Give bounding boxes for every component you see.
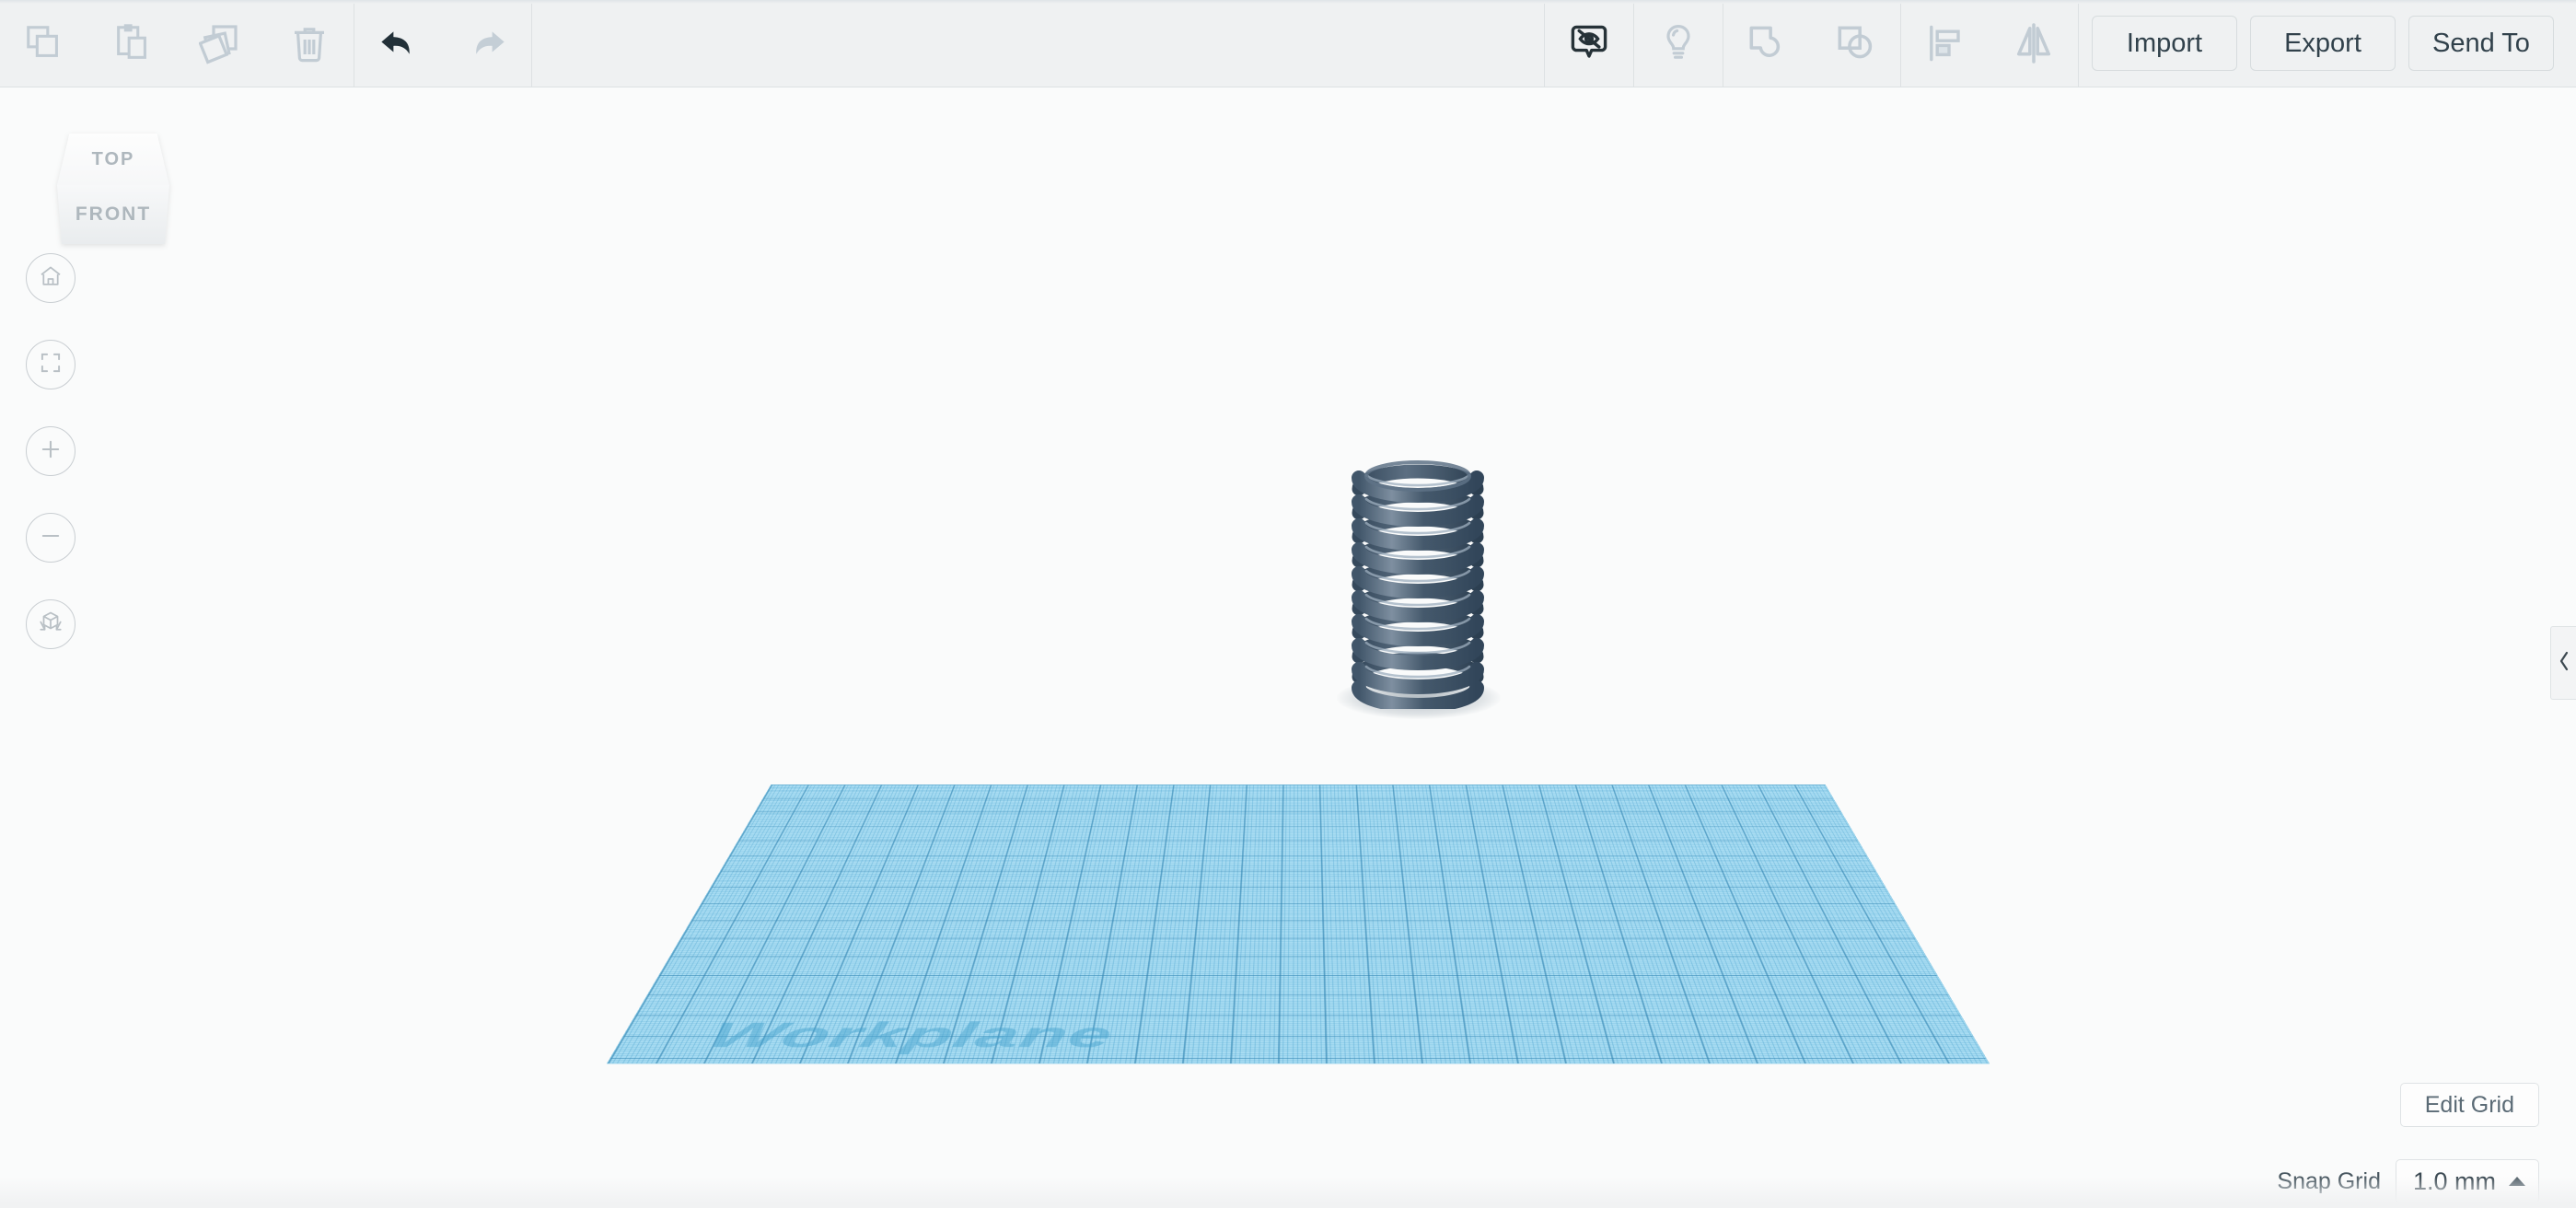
snap-grid-control: Snap Grid 1.0 mm xyxy=(2277,1159,2539,1203)
view-cube-top-face[interactable]: TOP xyxy=(57,134,169,185)
view-cube[interactable]: TOP FRONT xyxy=(57,134,169,244)
plus-icon xyxy=(38,436,64,467)
duplicate-icon[interactable] xyxy=(191,14,250,73)
visibility-tool-group xyxy=(1545,0,1633,87)
export-button[interactable]: Export xyxy=(2250,16,2396,71)
zoom-in-button[interactable] xyxy=(26,426,75,476)
ungroup-button[interactable] xyxy=(1812,0,1900,87)
redo-icon[interactable] xyxy=(458,14,516,73)
snap-grid-select[interactable]: 1.0 mm xyxy=(2395,1159,2539,1203)
edit-grid-button[interactable]: Edit Grid xyxy=(2399,1083,2539,1127)
duplicate-button[interactable] xyxy=(177,0,265,87)
zoom-out-button[interactable] xyxy=(26,513,75,563)
snap-grid-label: Snap Grid xyxy=(2277,1167,2381,1194)
arrange-tool-group xyxy=(1901,0,2078,87)
ungroup-icon[interactable] xyxy=(1827,14,1886,73)
copy-icon[interactable] xyxy=(15,14,74,73)
fit-to-view-icon xyxy=(39,351,63,379)
hint-button[interactable] xyxy=(1634,0,1723,87)
align-icon[interactable] xyxy=(1916,14,1975,73)
chevron-left-icon xyxy=(2557,649,2571,678)
home-view-button[interactable] xyxy=(26,253,75,303)
grouping-tool-group xyxy=(1723,0,1900,87)
hide-icon[interactable] xyxy=(1560,14,1619,73)
snap-grid-value: 1.0 mm xyxy=(2412,1167,2496,1195)
right-panel-toggle[interactable] xyxy=(2550,626,2576,700)
undo-button[interactable] xyxy=(354,0,443,87)
delete-icon[interactable] xyxy=(280,14,339,73)
toolbar-divider xyxy=(531,0,532,87)
hide-button[interactable] xyxy=(1545,0,1633,87)
clipboard-tool-group xyxy=(0,0,354,87)
workplane-label: Workplane xyxy=(700,1015,1116,1055)
group-button[interactable] xyxy=(1723,0,1812,87)
caret-up-icon xyxy=(2509,1177,2525,1186)
mirror-icon[interactable] xyxy=(2004,14,2063,73)
workplane-container: Workplane xyxy=(0,87,2576,1208)
cube-fit-icon xyxy=(37,609,64,641)
minus-icon xyxy=(38,523,64,553)
group-icon[interactable] xyxy=(1738,14,1797,73)
home-icon xyxy=(38,263,64,294)
history-tool-group xyxy=(354,0,531,87)
paste-icon[interactable] xyxy=(103,14,162,73)
delete-button[interactable] xyxy=(265,0,354,87)
top-toolbar: Import Export Send To xyxy=(0,0,2576,87)
view-cube-front-face[interactable]: FRONT xyxy=(57,185,169,244)
view-nav-controls xyxy=(26,253,75,686)
paste-button[interactable] xyxy=(88,0,177,87)
workplane-grid[interactable]: Workplane xyxy=(608,784,1989,1063)
copy-button[interactable] xyxy=(0,0,88,87)
mirror-button[interactable] xyxy=(1990,0,2078,87)
undo-icon[interactable] xyxy=(369,14,428,73)
design-canvas[interactable]: Workplane TOP FRONT Edit Grid Snap Grid … xyxy=(0,87,2576,1208)
align-button[interactable] xyxy=(1901,0,1990,87)
send-to-button[interactable]: Send To xyxy=(2408,16,2554,71)
hint-tool-group xyxy=(1634,0,1723,87)
editor-root: Import Export Send To Workplane TOP FRON… xyxy=(0,0,2576,1208)
view-mode-button[interactable] xyxy=(26,599,75,649)
import-button[interactable]: Import xyxy=(2092,16,2237,71)
lightbulb-icon[interactable] xyxy=(1649,14,1708,73)
toolbar-divider xyxy=(2078,0,2079,87)
fit-view-button[interactable] xyxy=(26,340,75,389)
spring-object[interactable] xyxy=(1348,456,1488,709)
redo-button[interactable] xyxy=(443,0,531,87)
